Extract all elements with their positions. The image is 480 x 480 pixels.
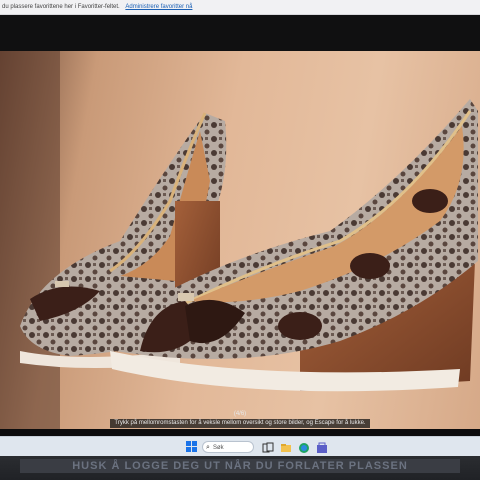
- task-view-icon[interactable]: [262, 441, 274, 453]
- logout-reminder-sticker: HUSK Å LOGGE DEG UT NÅR DU FORLATER PLAS…: [20, 459, 460, 473]
- viewer-hint: Trykk på mellomromstasten for å veksle m…: [110, 419, 370, 428]
- shoe-photo: [0, 51, 480, 429]
- taskbar: ⌕ Søk: [0, 436, 480, 456]
- manage-favorites-link[interactable]: Administrere favoritter nå: [125, 4, 192, 10]
- search-placeholder: Søk: [213, 445, 224, 451]
- image-counter: (4/6): [233, 411, 247, 417]
- monitor-screen: du plassere favorittene her i Favoritter…: [0, 0, 480, 456]
- image-viewer-backdrop: [0, 15, 480, 51]
- search-icon: ⌕: [206, 444, 210, 451]
- viewer-caption: (4/6) Trykk på mellomromstasten for å ve…: [0, 410, 480, 428]
- shoe-illustration: [0, 51, 478, 429]
- file-explorer-icon[interactable]: [280, 441, 292, 453]
- windows-start-icon[interactable]: [186, 441, 198, 453]
- store-icon[interactable]: [316, 441, 328, 453]
- favorites-bar-message: du plassere favorittene her i Favoritter…: [2, 4, 120, 10]
- favorites-bar: du plassere favorittene her i Favoritter…: [0, 0, 480, 15]
- edge-icon[interactable]: [298, 441, 310, 453]
- taskbar-search-input[interactable]: ⌕ Søk: [202, 441, 254, 453]
